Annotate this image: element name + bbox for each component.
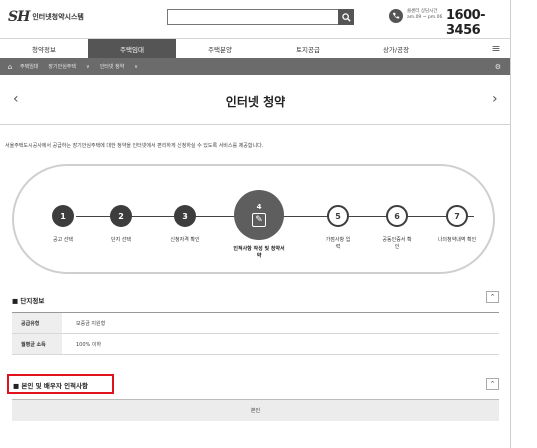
step-7-circle: 7: [446, 205, 468, 227]
step-5-label: 가점사항 입력: [325, 237, 351, 250]
search-icon: [341, 12, 351, 22]
highlight-box: [7, 374, 114, 394]
phone-icon: [389, 9, 403, 23]
breadcrumb: ⌂ 주택임대 장기안심주택 ∨ 인터넷 청약 ∨ ⚙: [0, 58, 510, 75]
table-row: 공급유형 보증금 지원형: [12, 313, 499, 334]
nav-item-commercial[interactable]: 상가/공장: [352, 39, 440, 58]
breadcrumb-item[interactable]: 주택임대: [20, 63, 38, 70]
search-button[interactable]: [338, 9, 354, 25]
logo-mark: SH: [8, 9, 30, 25]
site-logo[interactable]: SH 인터넷청약시스템: [8, 9, 84, 25]
divider: [0, 124, 510, 125]
page-description: 서울주택도시공사에서 공급하는 장기안심주택에 대한 청약을 인터넷에서 편리하…: [5, 143, 264, 149]
step-4-label: 인적사항 작성 및 청약서약: [233, 246, 285, 259]
collapse-chevron-up-icon[interactable]: ⌃: [486, 378, 499, 390]
breadcrumb-item[interactable]: 인터넷 청약: [100, 63, 125, 70]
nav-item-housing-sale[interactable]: 주택분양: [176, 39, 264, 58]
step-6-circle: 6: [386, 205, 408, 227]
chevron-down-icon[interactable]: ∨: [134, 64, 138, 70]
page: SH 인터넷청약시스템 콜센터 상담시간 am.09 ~ pm.06 1600-…: [0, 0, 511, 448]
main-nav: 청약정보 주택임대 주택분양 토지공급 상가/공장 ≡: [0, 38, 510, 58]
step-5-circle: 5: [327, 205, 349, 227]
call-hours-time: am.09 ~ pm.06: [407, 15, 443, 20]
nav-item-application-info[interactable]: 청약정보: [0, 39, 88, 58]
step-2-circle: 2: [110, 205, 132, 227]
step-2-label: 단지 선택: [111, 237, 131, 243]
page-title-row: ‹ 인터넷 청약 ›: [0, 88, 510, 114]
progress-steps: 1 공고 선택 2 단지 선택 3 신청자격 확인 4 ✎ 인적사항 작성 및 …: [12, 164, 495, 274]
call-center-number: 1600-3456: [446, 8, 486, 38]
monthly-income-value: 100% 이하: [76, 341, 102, 348]
step-3-circle: 3: [174, 205, 196, 227]
nav-item-land-supply[interactable]: 토지공급: [264, 39, 352, 58]
monthly-income-label: 월평균 소득: [12, 334, 62, 354]
complex-info-title: ■ 단지정보: [12, 297, 45, 305]
page-title: 인터넷 청약: [225, 95, 286, 109]
call-hours: 콜센터 상담시간 am.09 ~ pm.06: [407, 9, 442, 21]
table-row: 월평균 소득 100% 이하: [12, 334, 499, 355]
supply-type-label: 공급유형: [12, 313, 62, 333]
edit-document-icon: ✎: [252, 213, 266, 227]
breadcrumb-item[interactable]: 장기안심주택: [48, 63, 76, 70]
collapse-chevron-up-icon[interactable]: ⌃: [486, 291, 499, 303]
step-4-number: 4: [256, 203, 262, 211]
step-1-label: 공고 선택: [53, 237, 73, 243]
next-arrow-icon[interactable]: ›: [492, 91, 498, 107]
step-3-label: 신청자격 확인: [170, 237, 200, 243]
chevron-down-icon[interactable]: ∨: [86, 64, 90, 70]
top-header: SH 인터넷청약시스템 콜센터 상담시간 am.09 ~ pm.06 1600-…: [0, 0, 510, 38]
self-tab[interactable]: 본인: [12, 399, 499, 421]
supply-type-value: 보증금 지원형: [76, 320, 106, 327]
hamburger-menu-icon[interactable]: ≡: [481, 39, 510, 58]
step-4-circle: 4 ✎: [234, 190, 284, 240]
logo-name: 인터넷청약시스템: [32, 13, 84, 21]
step-6-label: 공동인증서 확인: [382, 237, 412, 250]
search-input[interactable]: [167, 9, 354, 25]
nav-item-rental-housing[interactable]: 주택임대: [88, 39, 176, 58]
complex-info-table: 공급유형 보증금 지원형 월평균 소득 100% 이하: [12, 312, 499, 355]
step-7-label: 나의청약내역 확인: [437, 237, 477, 243]
home-icon[interactable]: ⌂: [0, 63, 20, 71]
gear-icon[interactable]: ⚙: [495, 63, 501, 71]
step-1-circle: 1: [52, 205, 74, 227]
